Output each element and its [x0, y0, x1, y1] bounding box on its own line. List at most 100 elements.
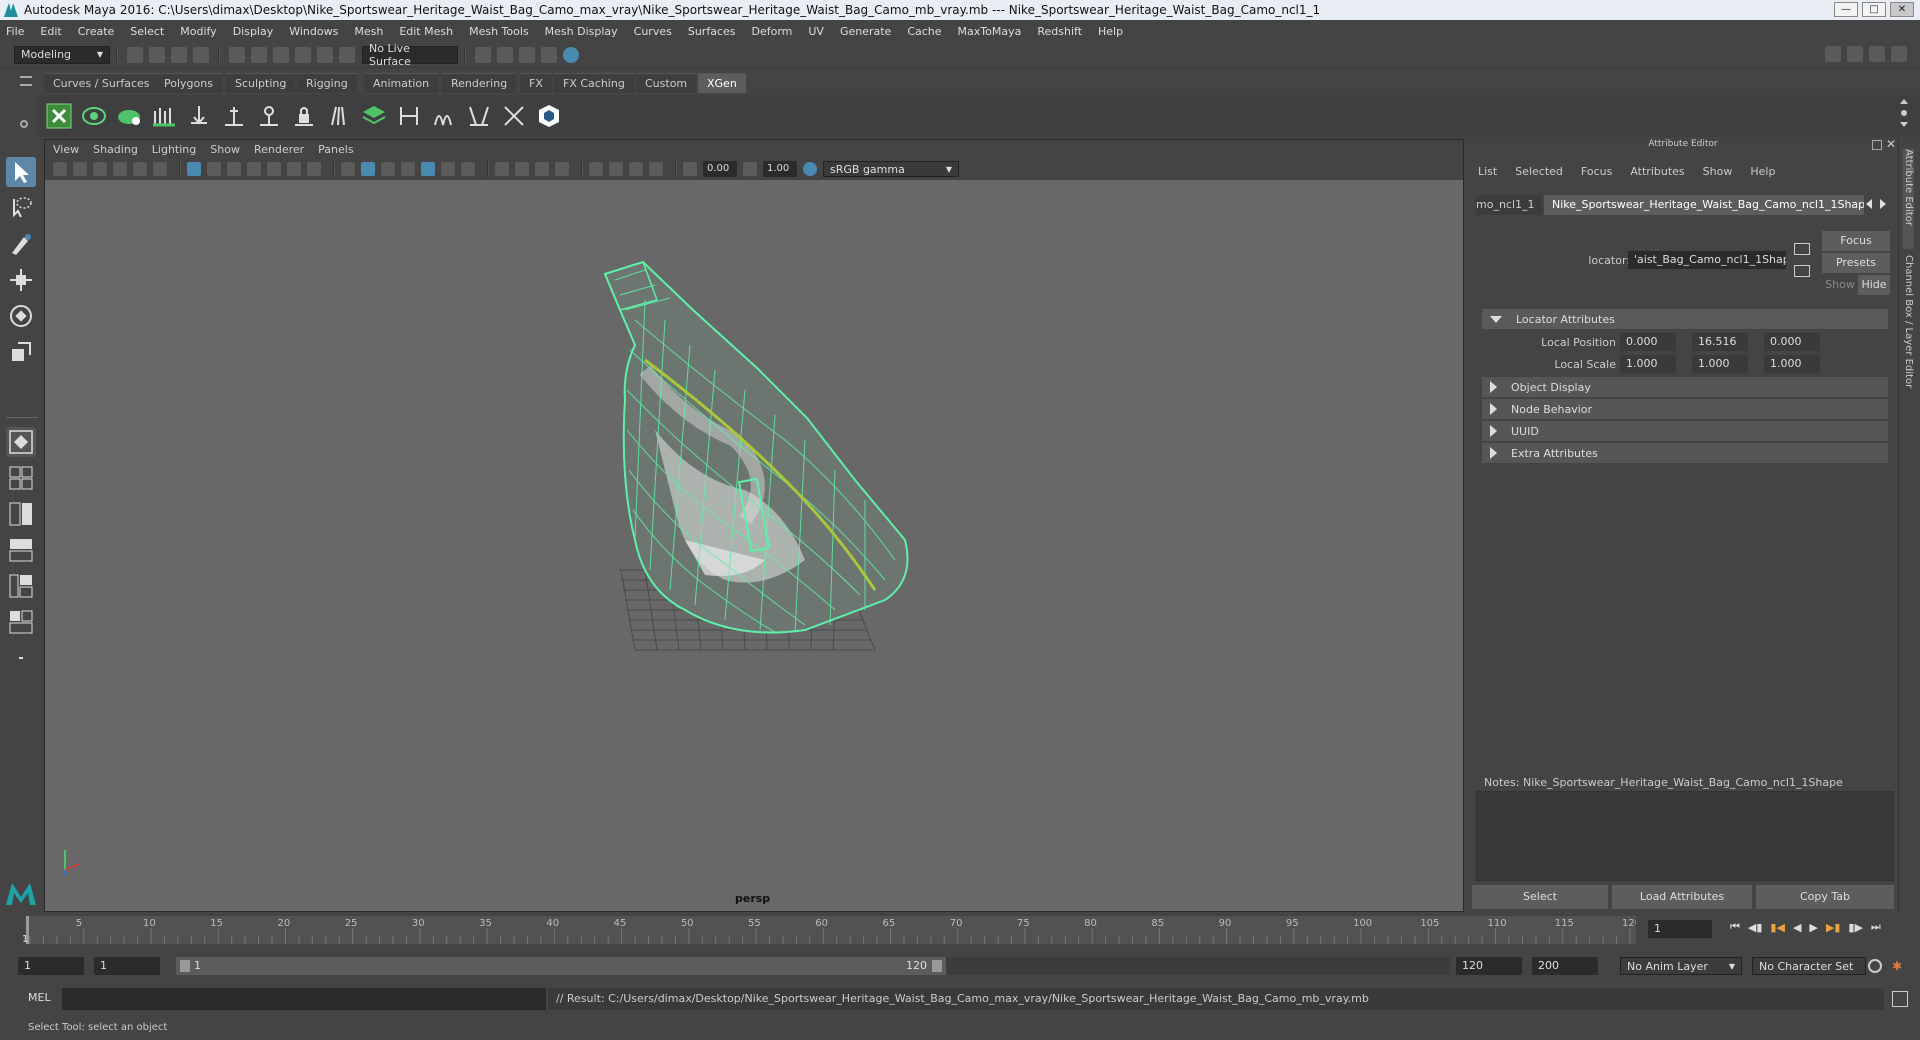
input-connections-icon[interactable]	[1794, 243, 1810, 255]
shelf-tab-fx[interactable]: FX	[520, 73, 552, 93]
local-scale-y[interactable]: 1.000	[1692, 355, 1748, 373]
motion-blur-icon[interactable]	[515, 162, 529, 176]
menu-curves[interactable]: Curves	[634, 25, 672, 38]
copy-tab-button[interactable]: Copy Tab	[1756, 885, 1894, 909]
menu-display[interactable]: Display	[233, 25, 274, 38]
default-material-icon[interactable]	[381, 162, 395, 176]
undo-icon[interactable]	[193, 46, 209, 63]
ae-menu-focus[interactable]: Focus	[1581, 165, 1612, 178]
node-tab-shape[interactable]: Nike_Sportswear_Heritage_Waist_Bag_Camo_…	[1544, 195, 1864, 215]
hypershade-icon[interactable]	[563, 46, 579, 63]
step-forward-frame-icon[interactable]: ▶▮	[1826, 921, 1841, 934]
wireframe-on-shaded-icon[interactable]	[401, 162, 415, 176]
live-surface-field[interactable]: No Live Surface	[362, 42, 458, 68]
range-start-handle[interactable]	[180, 960, 190, 972]
viewport-menu-shading[interactable]: Shading	[93, 143, 138, 156]
exposure-icon[interactable]	[683, 162, 697, 176]
rotate-tool-icon[interactable]	[6, 301, 36, 331]
xgen-description-icon[interactable]	[116, 103, 142, 129]
xgen-layers-icon[interactable]	[361, 103, 387, 129]
script-editor-icon[interactable]	[1892, 991, 1908, 1007]
menu-deform[interactable]: Deform	[751, 25, 792, 38]
load-attributes-button[interactable]: Load Attributes	[1612, 885, 1752, 909]
shelf-tab-curves-surfaces[interactable]: Curves / Surfaces	[44, 73, 159, 93]
notes-textarea[interactable]	[1476, 791, 1894, 881]
menu-redshift[interactable]: Redshift	[1037, 25, 1082, 38]
xgen-lock-icon[interactable]	[291, 103, 317, 129]
menu-uv[interactable]: UV	[808, 25, 824, 38]
image-plane-icon[interactable]	[113, 162, 127, 176]
local-scale-z[interactable]: 1.000	[1764, 355, 1820, 373]
playback-end-field[interactable]: 120	[1456, 957, 1522, 975]
xgen-editor-icon[interactable]	[46, 103, 72, 129]
viewport-panel[interactable]: View Shading Lighting Show Renderer Pane…	[44, 139, 1464, 912]
xgen-guide-add-icon[interactable]	[151, 103, 177, 129]
shelf-tab-fx-caching[interactable]: FX Caching	[554, 73, 634, 93]
animation-prefs-icon[interactable]: ✱	[1892, 959, 1908, 973]
paint-select-tool-icon[interactable]	[6, 229, 36, 259]
ipr-render-icon[interactable]	[519, 46, 535, 63]
shadows-icon[interactable]	[461, 162, 475, 176]
scale-tool-icon[interactable]	[6, 337, 36, 367]
ae-menu-list[interactable]: List	[1478, 165, 1497, 178]
ae-menu-attributes[interactable]: Attributes	[1630, 165, 1684, 178]
isolate-select-icon[interactable]	[589, 162, 603, 176]
minimize-button[interactable]: —	[1834, 2, 1858, 17]
xgen-preview-icon[interactable]	[81, 103, 107, 129]
xray-icon[interactable]	[609, 162, 623, 176]
xgen-hex-icon[interactable]	[536, 103, 562, 129]
viewport-menu-lighting[interactable]: Lighting	[152, 143, 196, 156]
close-panel-icon[interactable]: ✕	[1886, 137, 1896, 151]
shelf-tab-sculpting[interactable]: Sculpting	[226, 73, 296, 93]
section-uuid[interactable]: UUID	[1482, 421, 1888, 441]
viewport-menu-renderer[interactable]: Renderer	[254, 143, 304, 156]
menu-mesh[interactable]: Mesh	[354, 25, 383, 38]
view-transform-dropdown[interactable]: sRGB gamma ▼	[823, 161, 959, 177]
menu-windows[interactable]: Windows	[289, 25, 338, 38]
side-tab-channel-box[interactable]: Channel Box / Layer Editor	[1903, 255, 1914, 395]
menu-edit-mesh[interactable]: Edit Mesh	[399, 25, 453, 38]
shelf-tab-polygons[interactable]: Polygons	[155, 73, 222, 93]
layout-three-icon[interactable]	[6, 571, 36, 601]
focus-button[interactable]: Focus	[1822, 231, 1890, 251]
maximize-button[interactable]: □	[1862, 2, 1886, 17]
save-scene-icon[interactable]	[171, 46, 187, 63]
lasso-tool-icon[interactable]	[6, 193, 36, 223]
side-tab-attribute-editor[interactable]: Attribute Editor	[1903, 149, 1914, 249]
waist-bag-mesh[interactable]	[603, 260, 909, 634]
gamma-icon[interactable]	[743, 162, 757, 176]
select-by-component-icon[interactable]	[273, 46, 289, 63]
workspace-icon[interactable]	[1825, 46, 1841, 62]
command-input[interactable]	[62, 988, 546, 1010]
last-tool-icon[interactable]	[6, 427, 36, 457]
local-position-y[interactable]: 16.516	[1692, 333, 1748, 351]
xray-joints-icon[interactable]	[649, 162, 663, 176]
snap-curve-icon[interactable]	[317, 46, 333, 63]
close-button[interactable]: ✕	[1890, 2, 1914, 17]
new-scene-icon[interactable]	[127, 46, 143, 63]
shelf-scroll-icon[interactable]	[1900, 99, 1910, 133]
film-gate-icon[interactable]	[207, 162, 221, 176]
shelf-tab-rigging[interactable]: Rigging	[297, 73, 357, 93]
xray-active-icon[interactable]	[629, 162, 643, 176]
snap-grid-icon[interactable]	[295, 46, 311, 63]
screen-space-ao-icon[interactable]	[495, 162, 509, 176]
menu-cache[interactable]: Cache	[907, 25, 941, 38]
menu-file[interactable]: File	[6, 25, 24, 38]
render-settings-icon[interactable]	[541, 46, 557, 63]
xgen-guide-rebuild-icon[interactable]	[396, 103, 422, 129]
select-by-hierarchy-icon[interactable]	[229, 46, 245, 63]
gate-mask-icon[interactable]	[247, 162, 261, 176]
menu-set-dropdown[interactable]: Modeling ▼	[14, 45, 110, 64]
presets-button[interactable]: Presets	[1822, 253, 1890, 273]
shelf-tab-custom[interactable]: Custom	[636, 73, 697, 93]
xgen-guide-length-icon[interactable]	[221, 103, 247, 129]
anti-aliasing-icon[interactable]	[535, 162, 549, 176]
select-tool-icon[interactable]	[6, 157, 36, 187]
current-frame-field[interactable]: 1	[1648, 920, 1712, 938]
grid-icon[interactable]	[187, 162, 201, 176]
shelf-tab-rendering[interactable]: Rendering	[442, 73, 517, 93]
render-current-icon[interactable]	[497, 46, 513, 63]
auto-key-icon[interactable]	[1868, 959, 1882, 973]
camera-select-icon[interactable]	[53, 162, 67, 176]
